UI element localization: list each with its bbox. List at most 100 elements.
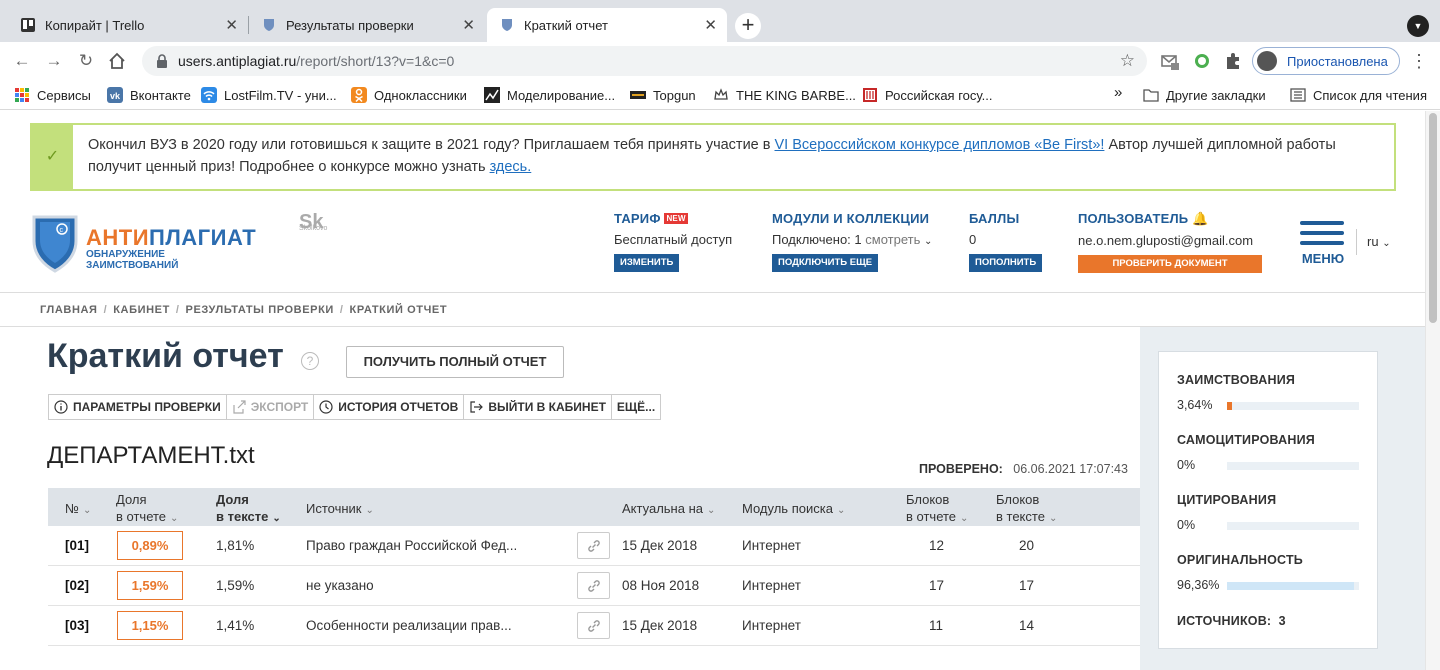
home-icon[interactable] bbox=[108, 52, 126, 70]
bookmark-modeling[interactable]: Моделирование... bbox=[484, 87, 615, 103]
other-bookmarks[interactable]: Другие закладки bbox=[1143, 87, 1266, 103]
share-in-report-badge[interactable]: 1,59% bbox=[117, 571, 183, 600]
bookmark-odnoklassniki[interactable]: Одноклассники bbox=[351, 87, 467, 103]
reading-list[interactable]: Список для чтения bbox=[1290, 87, 1427, 103]
bookmark-star-icon[interactable]: ☆ bbox=[1120, 51, 1135, 71]
report-history-button[interactable]: ИСТОРИЯ ОТЧЕТОВ bbox=[314, 395, 465, 419]
more-bookmarks-chevron[interactable]: » bbox=[1114, 84, 1122, 101]
breadcrumb-results[interactable]: РЕЗУЛЬТАТЫ ПРОВЕРКИ bbox=[186, 304, 334, 316]
gmail-extension-icon[interactable] bbox=[1160, 51, 1180, 71]
source-link-button[interactable] bbox=[577, 572, 610, 599]
source-name[interactable]: Особенности реализации прав... bbox=[306, 618, 512, 633]
modules-view-link[interactable]: смотреть bbox=[865, 232, 920, 247]
share-in-report-badge[interactable]: 0,89% bbox=[117, 531, 183, 560]
table-row[interactable]: [02] 1,59% 1,59% не указано 08 Ноя 2018 … bbox=[48, 566, 1140, 606]
hamburger-icon bbox=[1300, 221, 1344, 225]
metric-value: 0% bbox=[1177, 518, 1196, 532]
bell-icon[interactable]: 🔔 bbox=[1192, 211, 1208, 226]
breadcrumb-cabinet[interactable]: КАБИНЕТ bbox=[113, 304, 170, 316]
new-tab-button[interactable]: + bbox=[735, 13, 761, 39]
history-icon bbox=[319, 400, 333, 414]
source-name[interactable]: Право граждан Российской Фед... bbox=[306, 538, 517, 553]
close-tab-icon[interactable]: ✕ bbox=[225, 18, 238, 33]
table-row[interactable]: [03] 1,15% 1,41% Особенности реализации … bbox=[48, 606, 1140, 646]
column-label: в отчете bbox=[906, 509, 957, 524]
table-row[interactable]: [01] 0,89% 1,81% Право граждан Российско… bbox=[48, 526, 1140, 566]
bookmark-lostfilm[interactable]: LostFilm.TV - уни... bbox=[201, 87, 337, 103]
connect-more-button[interactable]: ПОДКЛЮЧИТЬ ЕЩЕ bbox=[772, 254, 879, 272]
tab-search-icon[interactable]: ▼ bbox=[1407, 15, 1429, 37]
bookmark-topgun[interactable]: Topgun bbox=[630, 87, 696, 103]
whatsapp-extension-icon[interactable] bbox=[1192, 51, 1212, 71]
user-email: ne.o.nem.gluposti@gmail.com bbox=[1078, 233, 1254, 248]
bookmark-king-barber[interactable]: THE KING BARBE... bbox=[713, 87, 856, 103]
chevron-down-icon[interactable]: ⌄ bbox=[924, 236, 932, 247]
bookmark-vk[interactable]: vk Вконтакте bbox=[107, 87, 191, 103]
source-link-button[interactable] bbox=[577, 532, 610, 559]
bookmark-label: Topgun bbox=[653, 87, 696, 103]
column-label: Источник bbox=[306, 501, 362, 516]
export-label: ЭКСПОРТ bbox=[250, 400, 309, 414]
forward-icon[interactable]: → bbox=[43, 50, 65, 72]
get-full-report-button[interactable]: ПОЛУЧИТЬ ПОЛНЫЙ ОТЧЕТ bbox=[346, 346, 564, 378]
address-bar[interactable]: users.antiplagiat.ru/report/short/13?v=1… bbox=[142, 46, 1147, 76]
top-up-button[interactable]: ПОПОЛНИТЬ bbox=[969, 254, 1043, 272]
change-tariff-button[interactable]: ИЗМЕНИТЬ bbox=[614, 254, 680, 272]
check-document-button[interactable]: ПРОВЕРИТЬ ДОКУМЕНТ bbox=[1078, 255, 1262, 273]
browser-tab-results[interactable]: Результаты проверки ✕ bbox=[249, 8, 485, 42]
browser-tab-short-report[interactable]: Краткий отчет ✕ bbox=[487, 8, 727, 42]
metric-citations: ЦИТИРОВАНИЯ 0% bbox=[1177, 493, 1359, 532]
hamburger-icon-bar bbox=[1300, 241, 1344, 245]
contest-details-link[interactable]: здесь. bbox=[490, 159, 532, 175]
check-parameters-button[interactable]: ПАРАМЕТРЫ ПРОВЕРКИ bbox=[49, 395, 227, 419]
blocks-in-text: 20 bbox=[1019, 538, 1035, 553]
close-tab-icon[interactable]: ✕ bbox=[704, 18, 717, 33]
browser-tab-trello[interactable]: Копирайт | Trello ✕ bbox=[8, 8, 248, 42]
reload-icon[interactable]: ↻ bbox=[75, 50, 97, 72]
breadcrumb-home[interactable]: ГЛАВНАЯ bbox=[40, 304, 98, 316]
blocks-in-report: 11 bbox=[929, 618, 944, 633]
column-header-module[interactable]: Модуль поиска ⌄ bbox=[742, 500, 845, 519]
browser-menu-icon[interactable]: ⋮ bbox=[1410, 51, 1428, 72]
trello-icon bbox=[21, 18, 35, 32]
source-link-button[interactable] bbox=[577, 612, 610, 639]
bookmark-services[interactable]: Сервисы bbox=[14, 87, 91, 103]
page-scrollbar[interactable] bbox=[1425, 111, 1440, 670]
extensions-puzzle-icon[interactable] bbox=[1223, 51, 1243, 71]
column-header-share-report[interactable]: Доля в отчете ⌄ bbox=[116, 491, 178, 527]
hamburger-icon-bar bbox=[1300, 231, 1344, 235]
main-menu-button[interactable]: МЕНЮ bbox=[1300, 221, 1346, 266]
metric-label: ЦИТИРОВАНИЯ bbox=[1177, 493, 1277, 507]
language-value: ru bbox=[1367, 234, 1379, 249]
help-icon[interactable]: ? bbox=[301, 352, 319, 370]
sort-chevron-icon: ⌄ bbox=[706, 505, 716, 516]
crown-icon bbox=[714, 88, 728, 100]
back-icon[interactable]: ← bbox=[11, 50, 33, 72]
tariff-title-text: ТАРИФ bbox=[614, 211, 661, 226]
column-header-share-text[interactable]: Доля в тексте ⌄ bbox=[216, 491, 281, 527]
share-in-report-badge[interactable]: 1,15% bbox=[117, 611, 183, 640]
link-icon bbox=[587, 540, 600, 552]
bookmark-gosuslugi[interactable]: Российская госу... bbox=[862, 87, 992, 103]
metric-bar-fill bbox=[1227, 582, 1355, 590]
language-select[interactable]: ru ⌄ bbox=[1356, 229, 1391, 255]
vk-icon: vk bbox=[107, 87, 123, 103]
close-tab-icon[interactable]: ✕ bbox=[462, 18, 475, 33]
scrollbar-thumb[interactable] bbox=[1429, 113, 1437, 323]
antiplagiat-logo[interactable]: c АНТИПЛАГИАТ ОБНАРУЖЕНИЕ ЗАИМСТВОВАНИЙ bbox=[30, 211, 260, 273]
exit-to-cabinet-button[interactable]: ВЫЙТИ В КАБИНЕТ bbox=[464, 395, 612, 419]
source-name[interactable]: не указано bbox=[306, 578, 374, 593]
more-actions-button[interactable]: ЕЩЁ... bbox=[612, 395, 660, 419]
metric-label: САМОЦИТИРОВАНИЯ bbox=[1177, 433, 1315, 447]
link-icon bbox=[587, 580, 600, 592]
profile-button[interactable]: Приостановлена bbox=[1252, 47, 1400, 75]
column-label: в тексте bbox=[996, 509, 1045, 524]
column-header-blocks-report[interactable]: Блоков в отчете ⌄ bbox=[906, 491, 968, 527]
sort-chevron-icon: ⌄ bbox=[82, 505, 92, 516]
column-header-source[interactable]: Источник ⌄ bbox=[306, 500, 374, 519]
export-button[interactable]: ЭКСПОРТ bbox=[227, 395, 315, 419]
be-first-contest-link[interactable]: VI Всероссийском конкурсе дипломов «Be F… bbox=[775, 137, 1105, 153]
column-header-actual[interactable]: Актуальна на ⌄ bbox=[622, 500, 715, 519]
column-header-blocks-text[interactable]: Блоков в тексте ⌄ bbox=[996, 491, 1057, 527]
column-header-num[interactable]: № ⌄ bbox=[65, 500, 91, 519]
